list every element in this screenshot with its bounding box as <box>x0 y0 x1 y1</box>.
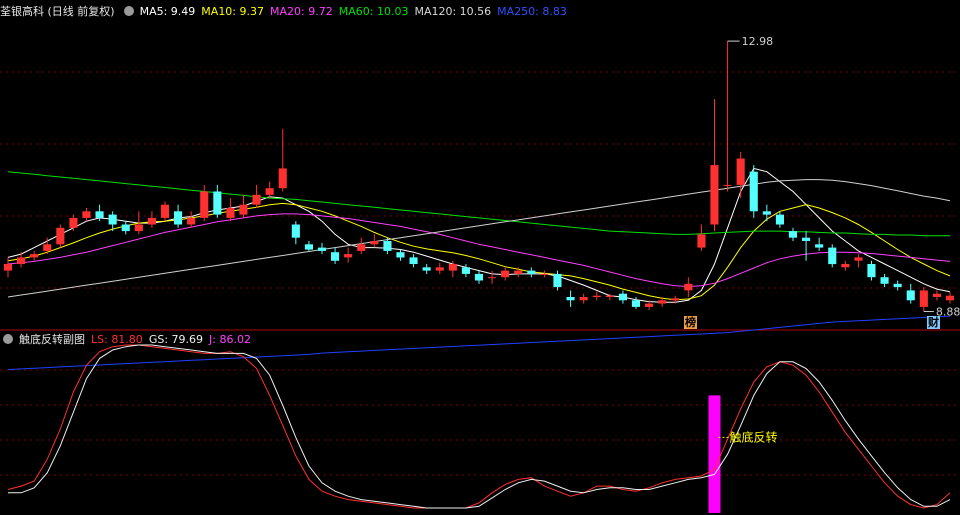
candle <box>697 224 706 251</box>
candle <box>932 290 941 301</box>
candle <box>160 201 169 222</box>
candle <box>527 267 536 278</box>
candle <box>854 254 863 268</box>
candle <box>121 221 130 235</box>
moving-average-lines <box>7 167 951 371</box>
event-tag-bang[interactable]: 榜 <box>684 316 697 329</box>
candle <box>723 41 732 192</box>
candle <box>762 204 771 222</box>
candle <box>187 211 196 228</box>
candle <box>841 260 850 271</box>
candle <box>592 291 601 301</box>
indicator-lines <box>7 344 951 513</box>
candle <box>278 128 287 192</box>
annotations: 12.988.88触底反转 <box>718 35 960 444</box>
grid-lines <box>0 71 960 476</box>
candle <box>710 99 719 232</box>
candle <box>357 237 366 255</box>
signal-label: 触底反转 <box>730 429 778 444</box>
candle <box>775 211 784 228</box>
candle <box>344 247 353 263</box>
event-tag-cai[interactable]: 财 <box>927 316 940 329</box>
candle <box>906 283 915 304</box>
candle <box>802 231 811 261</box>
candle <box>618 290 627 304</box>
candle <box>174 204 183 228</box>
chart-canvas[interactable]: 12.988.88触底反转 <box>0 0 960 515</box>
candle <box>893 280 902 291</box>
candle <box>461 264 470 278</box>
candle <box>239 194 248 218</box>
candle <box>435 262 444 274</box>
candle <box>815 237 824 251</box>
candle <box>82 207 91 222</box>
candle <box>684 277 693 298</box>
candle <box>474 270 483 284</box>
candle <box>919 287 928 312</box>
candle <box>579 293 588 304</box>
candle <box>867 260 876 281</box>
candle <box>30 250 39 261</box>
candle <box>409 254 418 268</box>
candle <box>828 244 837 268</box>
candle <box>945 291 954 304</box>
candle <box>147 211 156 228</box>
candle <box>749 165 758 218</box>
candle <box>69 214 78 232</box>
ma-line-ma250 <box>7 315 951 371</box>
series-line-ls <box>7 344 951 509</box>
candle <box>488 270 497 284</box>
candle <box>396 249 405 261</box>
candle <box>200 184 209 222</box>
signal-bar <box>708 395 721 513</box>
candle <box>566 290 575 307</box>
candle <box>265 181 274 199</box>
candle <box>553 270 562 291</box>
candle <box>291 221 300 245</box>
candle <box>422 264 431 274</box>
candle <box>252 184 261 208</box>
candle <box>880 273 889 288</box>
candle <box>331 247 340 265</box>
candle <box>736 151 745 199</box>
candle <box>304 240 313 251</box>
series-line-gs <box>8 344 951 509</box>
candle <box>226 198 235 222</box>
candle <box>788 227 797 241</box>
candle <box>317 242 326 255</box>
high-price-label: 12.98 <box>742 35 774 48</box>
candlestick-series <box>3 41 954 312</box>
candle <box>540 270 549 278</box>
candle <box>501 267 510 281</box>
candle <box>213 184 222 218</box>
candle <box>56 224 65 248</box>
